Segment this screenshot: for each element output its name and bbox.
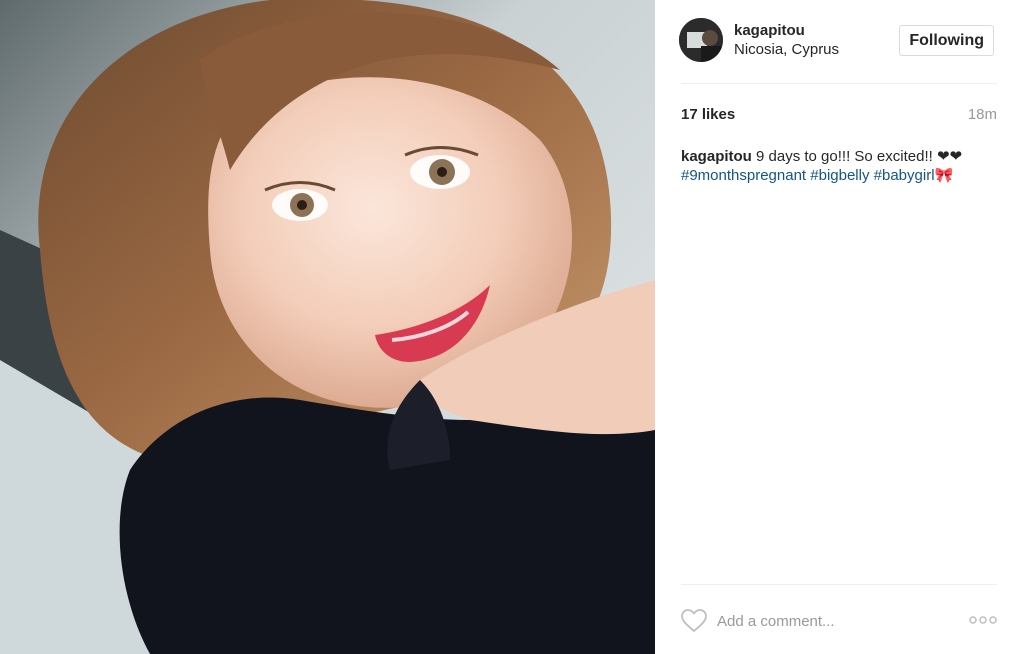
comment-bar [681,600,997,640]
likes-count[interactable]: 17 likes [681,106,735,123]
selfie-photo-illustration [0,0,655,654]
header-divider [681,83,997,84]
hashtag-link[interactable]: #bigbelly [810,167,869,184]
location-link[interactable]: Nicosia, Cyprus [734,40,839,59]
following-button[interactable]: Following [899,25,994,56]
post-caption: kagapitou 9 days to go!!! So excited!! ❤… [681,147,997,185]
hashtag-link[interactable]: #9monthspregnant [681,167,806,184]
caption-trailing-emoji: 🎀 [934,167,954,184]
instagram-post: kagapitou Nicosia, Cyprus Following 17 l… [0,0,1017,654]
avatar[interactable] [679,18,723,62]
post-time[interactable]: 18m [968,106,997,123]
heart-outline-icon[interactable] [681,609,707,633]
username-link[interactable]: kagapitou [734,21,839,40]
user-block: kagapitou Nicosia, Cyprus [734,21,839,59]
user-avatar-icon [679,18,723,62]
hashtag-link[interactable]: #babygirl [874,167,935,184]
caption-text: 9 days to go!!! So excited!! [751,148,937,165]
comment-input[interactable] [717,609,947,633]
caption-emoji: ❤❤ [936,148,963,165]
post-header: kagapitou Nicosia, Cyprus Following [679,18,994,64]
post-stats: 17 likes 18m [681,106,997,126]
post-sidebar: kagapitou Nicosia, Cyprus Following 17 l… [655,0,1017,654]
post-photo[interactable] [0,0,655,654]
caption-username[interactable]: kagapitou [681,148,752,165]
comment-divider [681,584,997,585]
more-options-icon[interactable] [969,615,997,625]
